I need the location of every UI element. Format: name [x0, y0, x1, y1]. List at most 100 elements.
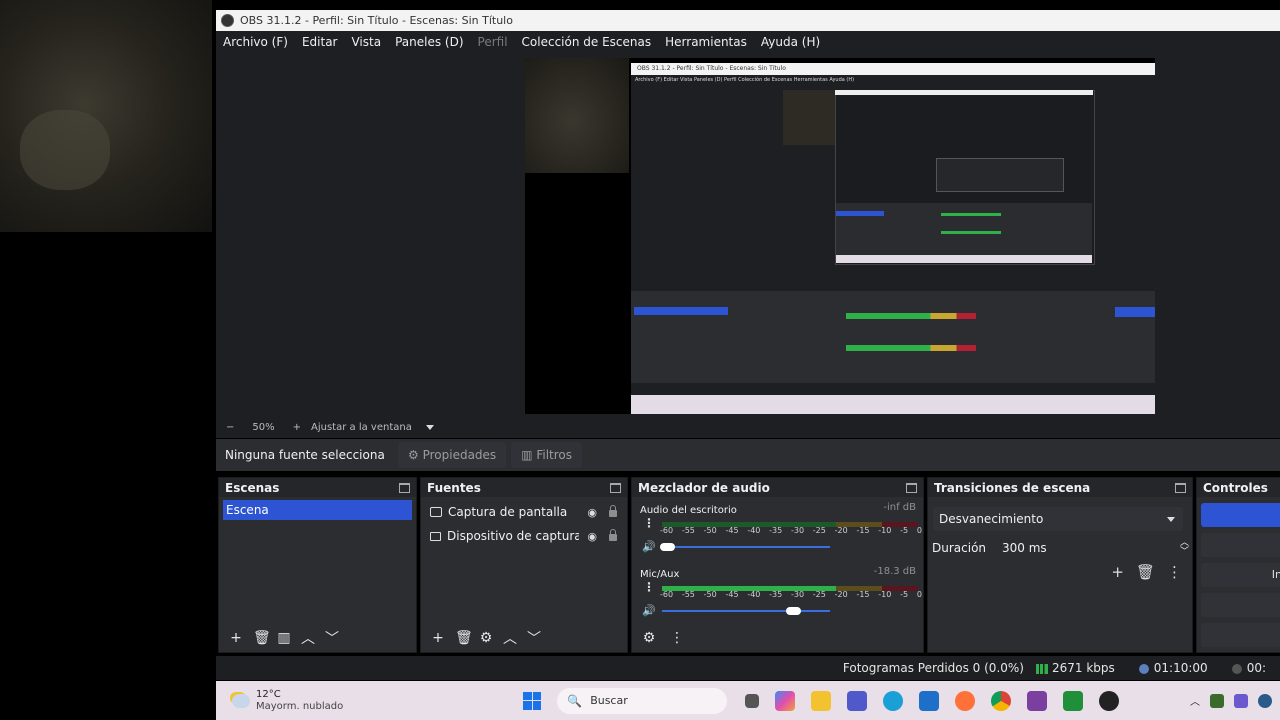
stream-icon [1231, 663, 1242, 674]
volume-knob[interactable] [786, 607, 802, 615]
move-up-button[interactable]: ︿ [301, 628, 315, 648]
filters-button[interactable]: ▥ Filtros [511, 442, 583, 468]
move-up-button[interactable]: ︿ [503, 628, 517, 648]
copilot-icon[interactable] [775, 690, 796, 711]
delete-scene-button[interactable]: 🗑 [253, 630, 271, 646]
lock-icon[interactable] [609, 505, 617, 517]
menu-paneles[interactable]: Paneles (D) [388, 35, 470, 49]
meter-tick: -55 [681, 590, 695, 599]
scene-item[interactable]: Escena [223, 500, 412, 520]
search-icon: 🔍 [567, 693, 583, 708]
undock-icon[interactable] [906, 482, 917, 493]
duration-spinner[interactable]: ︿ ﹀ [1180, 539, 1189, 557]
lock-icon[interactable] [609, 529, 617, 541]
start-recording-button[interactable] [1201, 533, 1280, 557]
mixer-settings-button[interactable]: ⚙ [642, 630, 656, 646]
weather-cloud-icon [232, 693, 250, 708]
visibility-eye-icon[interactable]: ◉ [587, 530, 597, 543]
undock-icon[interactable] [610, 482, 621, 493]
transition-menu-icon[interactable]: ⋮ [1167, 563, 1182, 581]
task-view-icon[interactable] [745, 693, 760, 708]
menu-vista[interactable]: Vista [344, 35, 388, 49]
add-source-button[interactable]: + [431, 630, 445, 646]
transition-select[interactable]: Desvanecimiento [933, 507, 1183, 531]
channel-menu-icon[interactable]: ⋮ [643, 516, 655, 530]
mixer-menu-icon[interactable]: ⋮ [670, 630, 684, 646]
scene-filters-button[interactable]: ▥ [277, 630, 291, 646]
meter-tick: -40 [747, 526, 761, 535]
excel-icon[interactable] [1063, 690, 1084, 711]
controls-title: Controles [1203, 480, 1268, 495]
bitrate: 2671 kbps [1035, 661, 1127, 675]
source-item-capture-device[interactable]: Dispositivo de captura de v ◉ [421, 524, 627, 548]
channel-name: Mic/Aux [640, 569, 680, 580]
meter-tick: -15 [856, 590, 870, 599]
speaker-icon[interactable]: 🔊 [642, 540, 656, 553]
properties-button[interactable]: ⚙ Propiedades [398, 442, 507, 468]
source-item-screen-capture[interactable]: Captura de pantalla ◉ [421, 500, 627, 524]
duration-input[interactable]: 300 ms [998, 537, 1173, 559]
app-icon[interactable] [1027, 690, 1048, 711]
meter-tick: -5 [900, 590, 909, 599]
menu-archivo[interactable]: Archivo (F) [216, 35, 295, 49]
settings-button[interactable] [1201, 623, 1280, 647]
channel-menu-icon[interactable]: ⋮ [643, 580, 655, 594]
file-explorer-icon[interactable] [811, 690, 832, 711]
obs-taskbar-icon[interactable] [1099, 690, 1120, 711]
zoom-out-button[interactable]: − [226, 422, 234, 433]
menu-editar[interactable]: Editar [295, 35, 345, 49]
channel-db: -18.3 dB [873, 566, 916, 577]
visibility-eye-icon[interactable]: ◉ [587, 506, 597, 519]
firefox-icon[interactable] [955, 690, 976, 711]
delete-source-button[interactable]: 🗑 [455, 630, 473, 646]
move-down-button[interactable]: ﹀ [527, 628, 541, 648]
undock-icon[interactable] [399, 482, 410, 493]
start-streaming-button[interactable] [1201, 503, 1280, 527]
mixer-channel-mic: Mic/Aux -18.3 dB ⋮ -60 -55 -50 -45 -40 -35 -30… [640, 566, 922, 617]
zoom-in-button[interactable]: + [293, 422, 301, 433]
meter-scale: -60 -55 -50 -45 -40 -35 -30 -25 -20 -15 -10 -5 0 [660, 526, 922, 535]
taskbar-search[interactable]: 🔍 Buscar [557, 687, 728, 714]
tray-app-icon[interactable] [1234, 693, 1248, 708]
source-settings-button[interactable]: ⚙ [479, 630, 493, 646]
store-icon[interactable] [919, 690, 940, 711]
speaker-icon[interactable]: 🔊 [642, 604, 656, 617]
add-transition-button[interactable]: + [1111, 563, 1124, 581]
teams-icon[interactable] [847, 690, 868, 711]
recording-time: 01:10:00 [1138, 661, 1220, 675]
tray-shield-icon[interactable] [1258, 693, 1272, 708]
add-scene-button[interactable]: + [229, 630, 243, 646]
chevron-up-icon[interactable]: ︿ [1190, 693, 1200, 708]
system-tray: ︿ [1190, 693, 1272, 708]
delete-transition-button[interactable]: 🗑 [1136, 563, 1155, 581]
meter-scale: -60 -55 -50 -45 -40 -35 -30 -25 -20 -15 -10 -5 0 [660, 590, 922, 599]
weather-temp: 12°C [256, 689, 281, 700]
edge-icon[interactable] [883, 690, 904, 711]
menu-coleccion-escenas[interactable]: Colección de Escenas [515, 35, 659, 49]
signal-bars-icon [1035, 663, 1048, 674]
nested-menu: Archivo (F) Editar Vista Paneles (D) Per… [635, 77, 855, 83]
meter-tick: -45 [725, 590, 739, 599]
camera-icon [430, 531, 441, 541]
volume-slider[interactable] [662, 607, 830, 615]
weather-widget[interactable]: 12°C Mayorm. nublado [232, 689, 343, 712]
volume-knob[interactable] [660, 543, 676, 551]
mixer-title: Mezclador de audio [638, 480, 770, 495]
start-virtual-camera-button[interactable]: Ini [1201, 563, 1280, 587]
studio-mode-button[interactable] [1201, 593, 1280, 617]
menu-ayuda[interactable]: Ayuda (H) [754, 35, 827, 49]
source-toolbar: Ninguna fuente selecciona ⚙ Propiedades … [216, 439, 1280, 471]
volume-slider[interactable] [660, 543, 830, 551]
windows-start-icon[interactable] [523, 691, 542, 710]
obs-logo-icon [221, 14, 234, 27]
meter-tick: -50 [703, 590, 717, 599]
fit-window-dropdown[interactable]: Ajustar a la ventana [311, 422, 412, 433]
menu-herramientas[interactable]: Herramientas [658, 35, 754, 49]
stream-time: 00: [1231, 661, 1278, 675]
meter-tick: -10 [878, 526, 892, 535]
chrome-icon[interactable] [991, 690, 1012, 711]
undock-icon[interactable] [1175, 482, 1186, 493]
nvidia-icon[interactable] [1210, 693, 1224, 708]
move-down-button[interactable]: ﹀ [325, 628, 339, 648]
chevron-down-icon[interactable] [425, 424, 434, 430]
